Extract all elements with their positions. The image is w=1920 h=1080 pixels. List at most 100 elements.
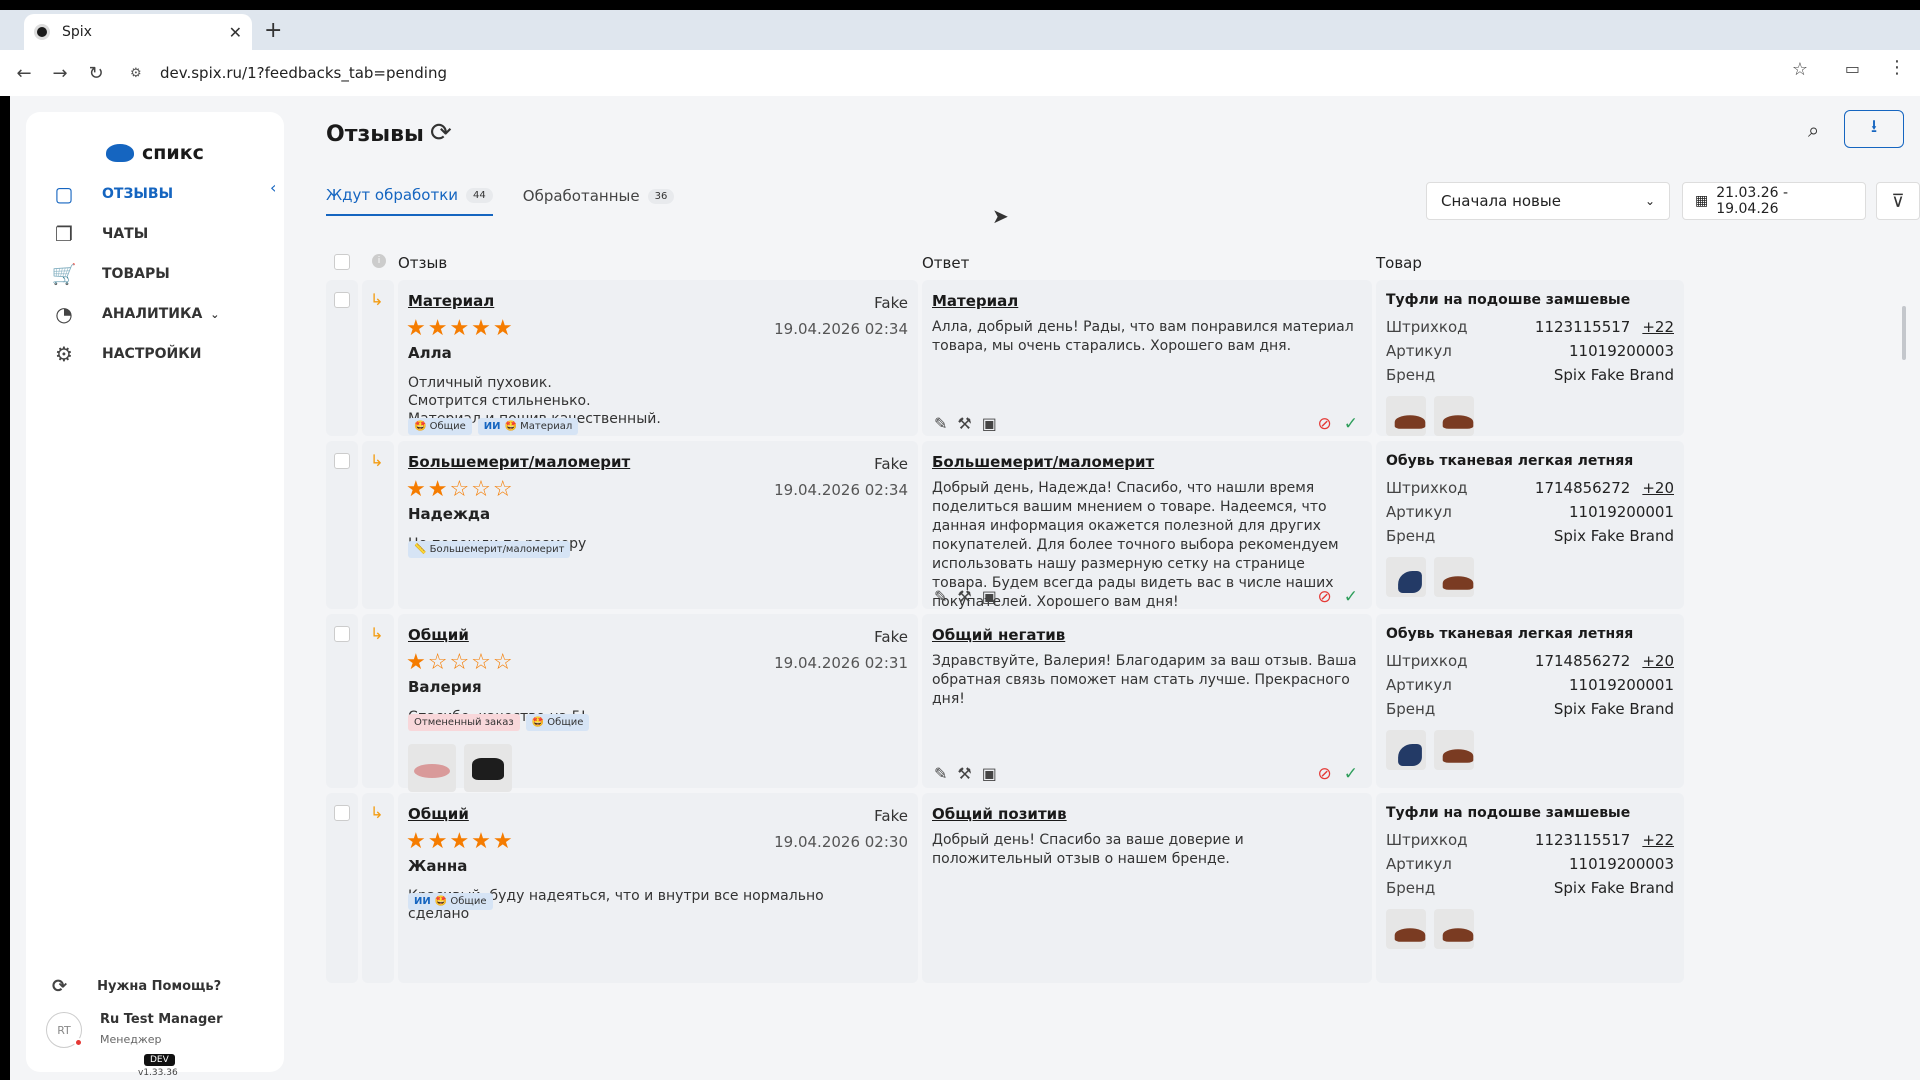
row-checkbox[interactable] [334,453,350,469]
sidebar-item-chats[interactable]: ❐ ЧАТЫ [52,222,148,246]
template-icon[interactable]: ▣ [982,414,997,433]
tab-pending[interactable]: Ждут обработки 44 [326,186,493,216]
review-topic[interactable]: Материал [408,292,494,310]
answer-text[interactable]: Здравствуйте, Валерия! Благодарим за ваш… [932,652,1358,709]
logo[interactable]: спикс [106,142,204,164]
reply-arrow-icon[interactable]: ↳ [370,451,383,470]
template-icon[interactable]: ▣ [982,764,997,783]
barcode-more-link[interactable]: +22 [1642,318,1674,336]
answer-cell[interactable]: Общий позитив Добрый день! Спасибо за ва… [922,793,1372,983]
reject-icon[interactable]: ⊘ [1318,764,1332,784]
answer-text[interactable]: Алла, добрый день! Рады, что вам понрави… [932,318,1358,356]
product-photo[interactable] [1386,730,1426,770]
answer-text[interactable]: Добрый день! Спасибо за ваше доверие и п… [932,831,1358,869]
magic-wand-icon[interactable]: ⚒ [957,764,971,783]
help-link[interactable]: ⟳ Нужна Помощь? [52,976,221,997]
product-article: Артикул 11019200003 [1386,342,1674,360]
info-icon[interactable]: i [372,254,386,268]
brand-label: Бренд [1386,527,1436,545]
tag[interactable]: Отмененный заказ [408,714,520,731]
shoe-image [1442,415,1474,429]
sidebar-item-settings[interactable]: ⚙ НАСТРОЙКИ [52,342,201,366]
answer-topic[interactable]: Общий негатив [932,626,1065,644]
reply-arrow-icon[interactable]: ↳ [370,624,383,643]
approve-icon[interactable]: ✓ [1344,764,1358,784]
sidebar-item-analytics[interactable]: ◔ АНАЛИТИКА ⌄ [52,302,219,326]
table-row: ↳ Общий Fake ★☆☆☆☆ 19.04.2026 02:31 Вале… [326,614,1920,792]
product-photo[interactable] [1386,557,1426,597]
tag-row: 🤩 Общие ИИ 🤩 Материал [408,418,579,435]
search-icon[interactable]: ⌕ [1808,118,1819,142]
sidebar-item-products[interactable]: 🛒 ТОВАРЫ [52,262,170,286]
reply-arrow-icon[interactable]: ↳ [370,803,383,822]
download-button[interactable]: ⭳ [1844,110,1904,148]
scrollbar[interactable] [1902,306,1906,360]
row-checkbox[interactable] [334,292,350,308]
product-photo[interactable] [1386,909,1426,949]
product-photo[interactable] [1434,730,1474,770]
tag[interactable]: ИИ 🤩 Общие [408,893,493,910]
reject-icon[interactable]: ⊘ [1318,414,1332,434]
edit-icon[interactable]: ✎ [934,414,947,433]
answer-topic[interactable]: Общий позитив [932,805,1067,823]
reject-icon[interactable]: ⊘ [1318,587,1332,607]
barcode-value: 1123115517 [1534,318,1631,336]
tab-label: Обработанные [522,187,640,205]
template-icon[interactable]: ▣ [982,587,997,606]
review-photo[interactable] [408,744,456,792]
tag[interactable]: 📏 Большемерит/маломерит [408,541,571,558]
answer-cell[interactable]: Большемерит/маломерит Добрый день, Надеж… [922,441,1372,610]
magic-wand-icon[interactable]: ⚒ [957,587,971,606]
bookmark-star-icon[interactable]: ☆ [1792,59,1808,80]
forward-icon[interactable]: → [48,63,72,84]
row-checkbox[interactable] [334,626,350,642]
magic-wand-icon[interactable]: ⚒ [957,414,971,433]
site-info-icon[interactable]: ⚙ [130,66,148,81]
review-topic[interactable]: Общий [408,805,469,823]
tab-processed[interactable]: Обработанные 36 [523,186,675,216]
reload-icon[interactable]: ↻ [84,63,108,84]
filter-button[interactable]: ⊽ [1876,182,1920,220]
refresh-icon[interactable]: ⟳ [430,118,452,148]
product-photo[interactable] [1434,396,1474,436]
approve-icon[interactable]: ✓ [1344,587,1358,607]
user-profile[interactable]: RT Ru Test Manager Менеджер [46,1012,223,1048]
date-range-picker[interactable]: ▦ 21.03.26 - 19.04.26 [1682,182,1866,220]
tag[interactable]: 🤩 Общие [408,418,472,435]
close-tab-icon[interactable]: ✕ [229,23,242,42]
row-checkbox[interactable] [334,805,350,821]
review-topic[interactable]: Общий [408,626,469,644]
review-photo[interactable] [464,744,512,792]
tag[interactable]: 🤩 Общие [525,714,590,731]
answer-topic[interactable]: Большемерит/маломерит [932,453,1154,471]
sidebar-item-reviews[interactable]: ▢ ОТЗЫВЫ [52,182,174,206]
product-photo[interactable] [1434,909,1474,949]
product-photo[interactable] [1386,396,1426,436]
answer-cell[interactable]: Общий негатив Здравствуйте, Валерия! Бла… [922,614,1372,788]
url-text: dev.spix.ru/1?feedbacks_tab=pending [160,64,447,82]
back-icon[interactable]: ← [12,63,36,84]
edit-icon[interactable]: ✎ [934,587,947,606]
approve-icon[interactable]: ✓ [1344,414,1358,434]
reply-arrow-icon[interactable]: ↳ [370,290,383,309]
barcode-value: 1714856272 [1534,652,1631,670]
review-topic[interactable]: Большемерит/маломерит [408,453,630,471]
collapse-sidebar-icon[interactable]: ‹ [270,178,276,197]
product-photo[interactable] [1434,557,1474,597]
new-tab-icon[interactable]: + [264,18,282,43]
barcode-more-link[interactable]: +20 [1642,479,1674,497]
browser-menu-icon[interactable]: ⋮ [1888,57,1906,78]
select-all-checkbox[interactable] [334,254,350,270]
product-photos [1386,396,1474,436]
barcode-more-link[interactable]: +20 [1642,652,1674,670]
browser-tab[interactable]: Spix ✕ [24,14,252,50]
sort-select[interactable]: Сначала новые ⌄ [1426,182,1670,220]
answer-topic[interactable]: Материал [932,292,1018,310]
edit-icon[interactable]: ✎ [934,764,947,783]
cast-icon[interactable]: ▭ [1845,59,1860,78]
barcode-more-link[interactable]: +22 [1642,831,1674,849]
rating-stars: ★★☆☆☆ [406,477,515,502]
answer-cell[interactable]: Материал Алла, добрый день! Рады, что ва… [922,280,1372,436]
tag[interactable]: ИИ 🤩 Материал [477,418,579,435]
address-bar[interactable]: ⚙ dev.spix.ru/1?feedbacks_tab=pending [130,56,1810,90]
